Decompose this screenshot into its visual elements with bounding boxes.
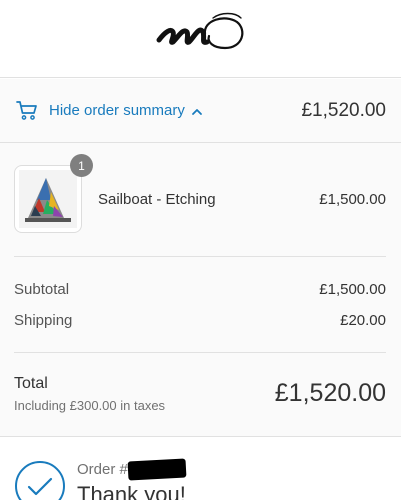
subtotal-row: Subtotal £1,500.00 [14, 281, 386, 298]
order-number: Order # [77, 458, 187, 481]
thank-you-heading: Thank you! [77, 482, 186, 500]
shipping-value: £20.00 [340, 312, 386, 329]
toggle-summary-label[interactable]: Hide order summary [49, 102, 185, 119]
store-header [0, 0, 401, 78]
subtotal-label: Subtotal [14, 281, 70, 298]
subtotal-value: £1,500.00 [319, 281, 386, 298]
total-amount: £1,520.00 [274, 379, 386, 407]
chevron-up-icon [191, 108, 202, 115]
product-price: £1,500.00 [319, 190, 386, 208]
sailboat-image [19, 170, 77, 228]
store-logo[interactable] [155, 10, 250, 58]
divider [14, 256, 386, 257]
order-summary: 1 Sailboat - Etching £1,500.00 Subtotal … [0, 143, 401, 437]
order-summary-toggle[interactable]: Hide order summary £1,520.00 [0, 79, 401, 143]
product-line-item: 1 Sailboat - Etching £1,500.00 [14, 154, 386, 234]
order-number-prefix: Order # [77, 461, 128, 478]
product-thumbnail: 1 [14, 154, 93, 233]
toggle-total-price: £1,520.00 [301, 99, 386, 121]
quantity-badge: 1 [70, 154, 93, 177]
cart-icon [16, 100, 37, 120]
product-name: Sailboat - Etching [98, 190, 216, 208]
order-confirmation: Order # Thank you! [0, 438, 401, 500]
total-label: Total [14, 375, 48, 392]
divider [14, 352, 386, 353]
redacted-order-number [127, 458, 187, 481]
tax-note: Including £300.00 in taxes [14, 398, 166, 413]
shipping-row: Shipping £20.00 [14, 312, 386, 329]
shipping-label: Shipping [14, 312, 73, 329]
checkmark-circle-icon [15, 461, 65, 500]
